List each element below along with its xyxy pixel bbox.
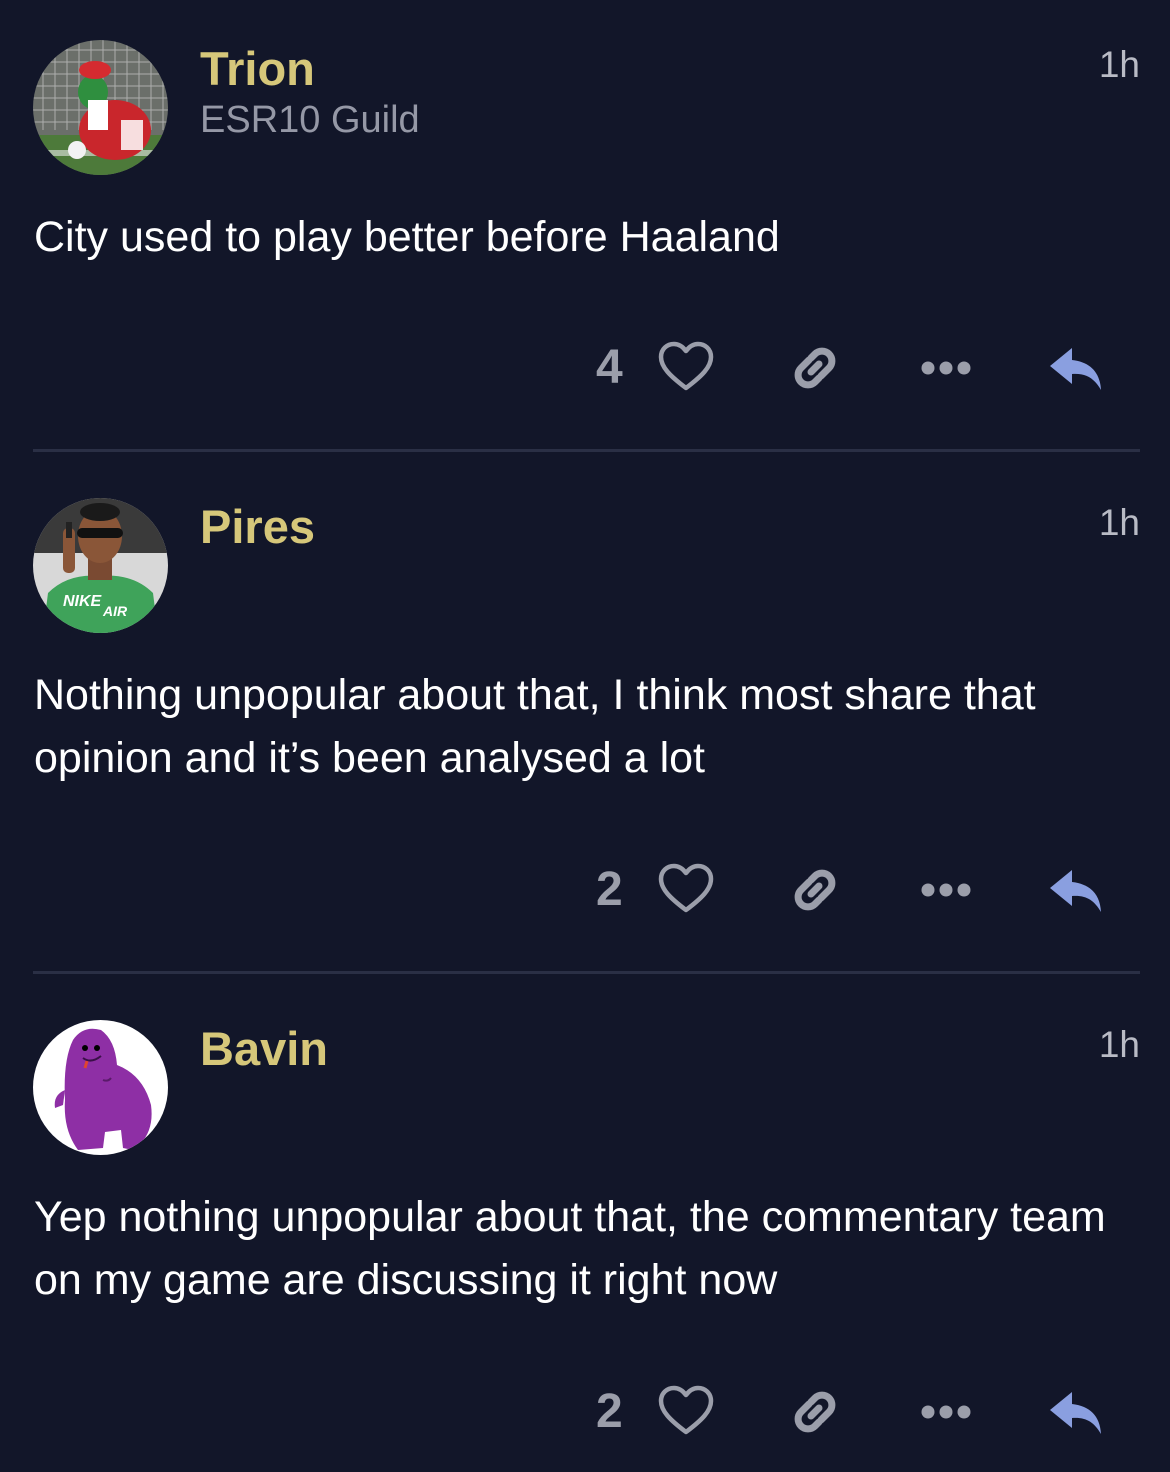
avatar-image [33, 1020, 168, 1155]
post-divider [33, 971, 1140, 974]
post-time[interactable]: 1h [1099, 1022, 1140, 1068]
post-time[interactable]: 1h [1099, 500, 1140, 546]
avatar[interactable] [33, 40, 168, 175]
reply-icon[interactable] [1046, 338, 1106, 398]
like-count: 2 [596, 863, 623, 916]
heart-icon[interactable] [656, 1382, 716, 1442]
post-body: Nothing unpopular about that, I think mo… [34, 671, 1036, 782]
more-icon[interactable] [916, 338, 976, 398]
user-title: ESR10 Guild [200, 99, 420, 141]
like-count: 2 [596, 1385, 623, 1438]
post-actions: 2 [0, 860, 1170, 920]
more-icon[interactable] [916, 860, 976, 920]
link-icon[interactable] [785, 338, 845, 398]
svg-text:AIR: AIR [102, 603, 128, 619]
reply-icon[interactable] [1046, 860, 1106, 920]
link-icon[interactable] [785, 1382, 845, 1442]
post-body: Yep nothing unpopular about that, the co… [34, 1193, 1106, 1304]
avatar-image: NIKE AIR [33, 498, 168, 633]
avatar[interactable]: NIKE AIR [33, 498, 168, 633]
more-icon[interactable] [916, 1382, 976, 1442]
reply-icon[interactable] [1046, 1382, 1106, 1442]
username[interactable]: Pires [200, 498, 315, 556]
post-time[interactable]: 1h [1099, 42, 1140, 88]
username[interactable]: Bavin [200, 1020, 328, 1078]
username[interactable]: Trion [200, 40, 315, 98]
svg-text:NIKE: NIKE [63, 593, 103, 610]
post-body: City used to play better before Haaland [34, 213, 780, 261]
avatar[interactable] [33, 1020, 168, 1155]
heart-icon[interactable] [656, 338, 716, 398]
like-count: 4 [596, 341, 623, 394]
heart-icon[interactable] [656, 860, 716, 920]
link-icon[interactable] [785, 860, 845, 920]
post-actions: 4 [0, 338, 1170, 398]
avatar-image [33, 40, 168, 175]
post-actions: 2 [0, 1382, 1170, 1442]
post-divider [33, 449, 1140, 452]
